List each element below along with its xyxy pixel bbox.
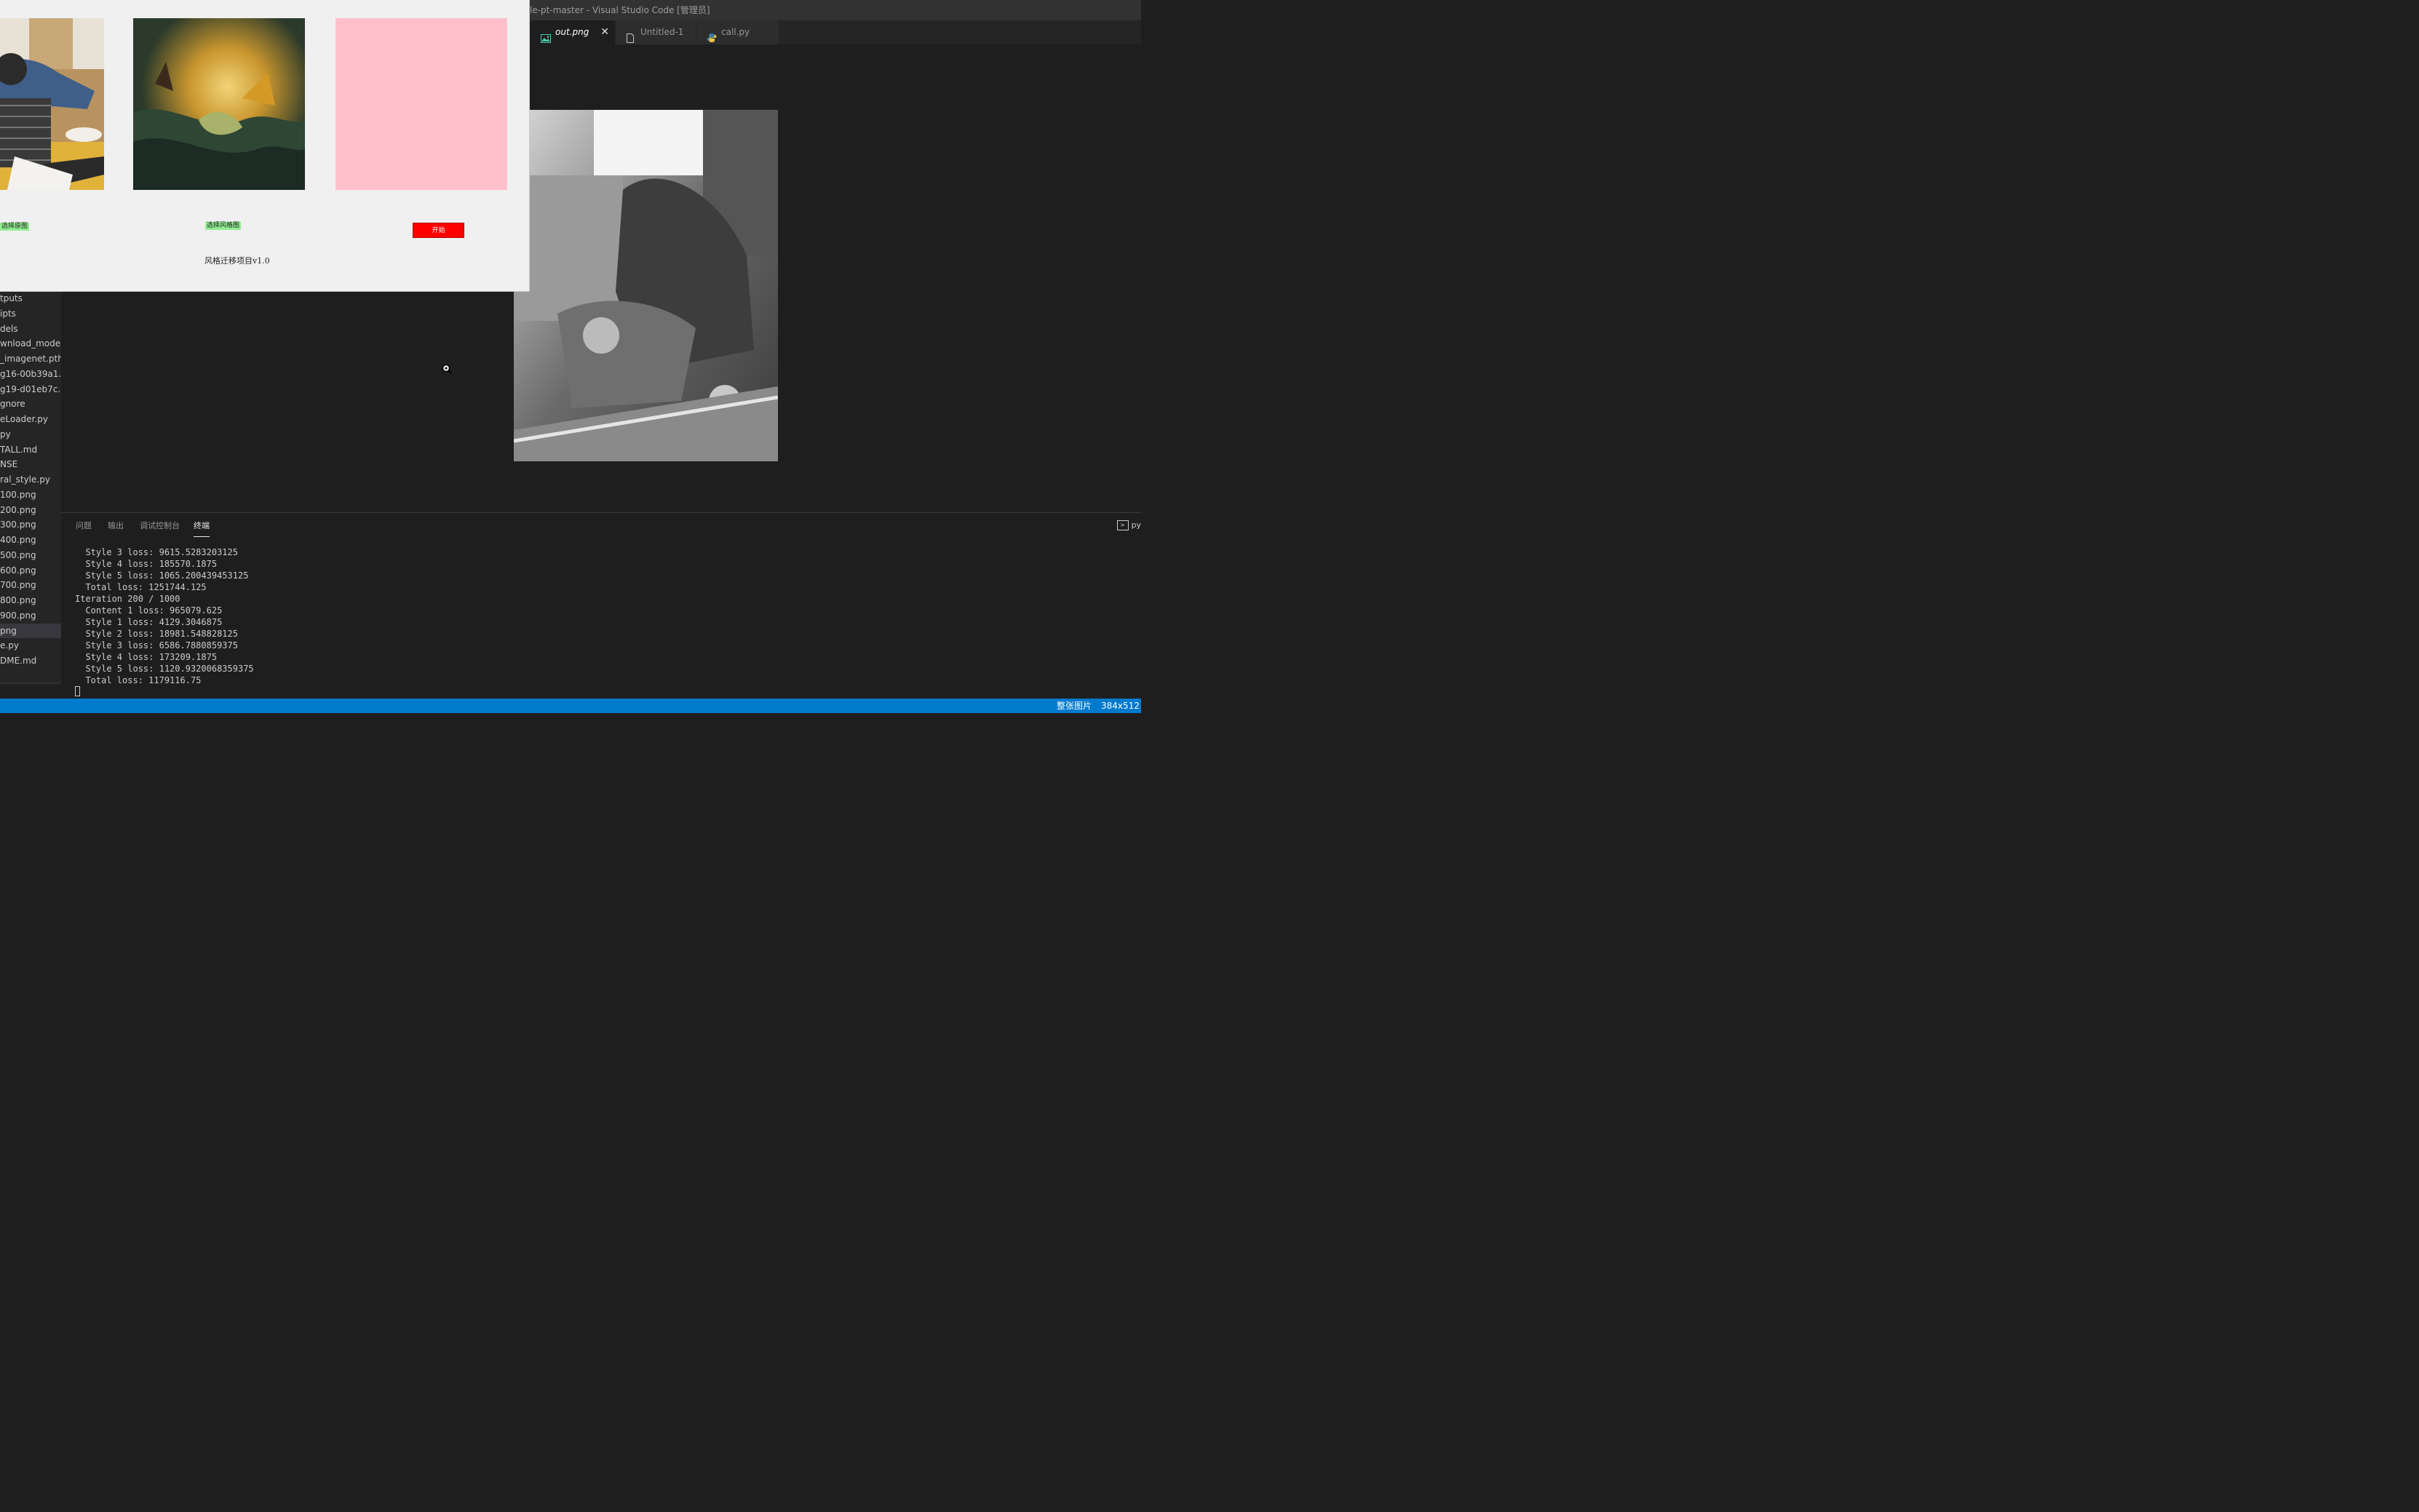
terminal-name: py: [1131, 520, 1142, 530]
terminal-icon: >: [1116, 520, 1129, 530]
explorer-item[interactable]: DME.md: [0, 653, 61, 668]
tab-problems[interactable]: 问题: [76, 520, 92, 536]
terminal-selector[interactable]: > py: [1116, 520, 1142, 530]
image-icon: [541, 28, 551, 43]
tab-label: call.py: [721, 27, 750, 37]
start-button[interactable]: 开始: [413, 223, 464, 238]
explorer-item[interactable]: 400.png: [0, 533, 61, 547]
image-mode-status[interactable]: 整张图片: [1057, 699, 1092, 713]
explorer-item[interactable]: g19-d01eb7c...: [0, 382, 61, 397]
explorer-item[interactable]: 200.png: [0, 503, 61, 517]
select-original-button[interactable]: 选择原图: [0, 223, 30, 231]
terminal-line: Style 2 loss: 18981.548828125: [75, 629, 238, 639]
original-image: [0, 18, 104, 190]
explorer-item[interactable]: 500.png: [0, 548, 61, 562]
image-size-status: 384x512: [1101, 701, 1140, 711]
terminal-line: Style 4 loss: 185570.1875: [75, 559, 218, 569]
terminal-line: Style 3 loss: 9615.5283203125: [75, 547, 238, 557]
tab-output[interactable]: 输出: [108, 520, 124, 536]
explorer-item[interactable]: 100.png: [0, 488, 61, 502]
explorer-item[interactable]: 300.png: [0, 517, 61, 532]
tab-label: Untitled-1: [640, 27, 684, 37]
explorer-item[interactable]: g16-00b39a1...: [0, 367, 61, 381]
terminal-line: Total loss: 1179116.75: [75, 675, 202, 685]
terminal-line: Iteration 200 / 1000: [75, 594, 180, 604]
tab-label: out.png: [555, 27, 589, 37]
result-image-placeholder: [335, 18, 507, 190]
explorer-item[interactable]: py: [0, 427, 61, 442]
tab-untitled-1[interactable]: Untitled-1: [616, 20, 696, 44]
terminal-line: Content 1 loss: 965079.625: [75, 605, 223, 616]
select-style-button[interactable]: 选择风格图: [205, 222, 242, 230]
status-bar: 整张图片 384x512: [0, 699, 1141, 713]
explorer-item[interactable]: dels: [0, 322, 61, 336]
file-icon: [626, 28, 636, 43]
explorer-item[interactable]: gnore: [0, 397, 61, 411]
terminal-cursor[interactable]: [75, 686, 80, 696]
app-caption: 风格迁移项目v1.0: [204, 256, 270, 266]
explorer-item[interactable]: 900.png: [0, 608, 61, 623]
tab-debug-console[interactable]: 调试控制台: [140, 520, 180, 536]
tab-call-py[interactable]: call.py: [696, 20, 779, 44]
terminal-line: Style 1 loss: 4129.3046875: [75, 617, 223, 627]
bottom-panel: 问题 输出 调试控制台 终端 > py Style 3 loss: 9615.52…: [61, 512, 1141, 699]
terminal-line: Style 4 loss: 173209.1875: [75, 652, 218, 662]
style-image: [133, 18, 305, 190]
explorer-item[interactable]: ipts: [0, 306, 61, 321]
explorer-item[interactable]: e.py: [0, 638, 61, 653]
tab-terminal[interactable]: 终端: [194, 520, 210, 537]
tab-out-png[interactable]: out.png ✕: [531, 20, 615, 44]
terminal-line: Style 5 loss: 1065.200439453125: [75, 570, 249, 581]
window-title: le-pt-master - Visual Studio Code [管理员]: [530, 5, 710, 15]
explorer-item-selected[interactable]: png: [0, 624, 61, 638]
explorer-item[interactable]: 600.png: [0, 563, 61, 578]
explorer-item[interactable]: tputs: [0, 291, 61, 306]
terminal-line: Total loss: 1251744.125: [75, 582, 207, 592]
output-image-preview[interactable]: [514, 110, 778, 461]
terminal-line: Style 5 loss: 1120.9320068359375: [75, 664, 254, 674]
explorer-item[interactable]: eLoader.py: [0, 412, 61, 426]
zoom-cursor-icon: [442, 363, 452, 374]
python-icon: [707, 28, 717, 42]
explorer-item[interactable]: 800.png: [0, 593, 61, 608]
style-transfer-app-window: 选择原图 选择风格图 开始 风格迁移项目v1.0: [0, 0, 530, 292]
explorer-item[interactable]: TALL.md: [0, 442, 61, 457]
explorer-item[interactable]: _imagenet.pth: [0, 351, 61, 366]
explorer-item[interactable]: wnload_mode...: [0, 336, 61, 351]
close-icon[interactable]: ✕: [600, 20, 609, 44]
terminal-line: Style 3 loss: 6586.7880859375: [75, 640, 238, 650]
explorer-item[interactable]: 700.png: [0, 578, 61, 592]
explorer-item[interactable]: NSE: [0, 457, 61, 471]
explorer-item[interactable]: ral_style.py: [0, 472, 61, 487]
